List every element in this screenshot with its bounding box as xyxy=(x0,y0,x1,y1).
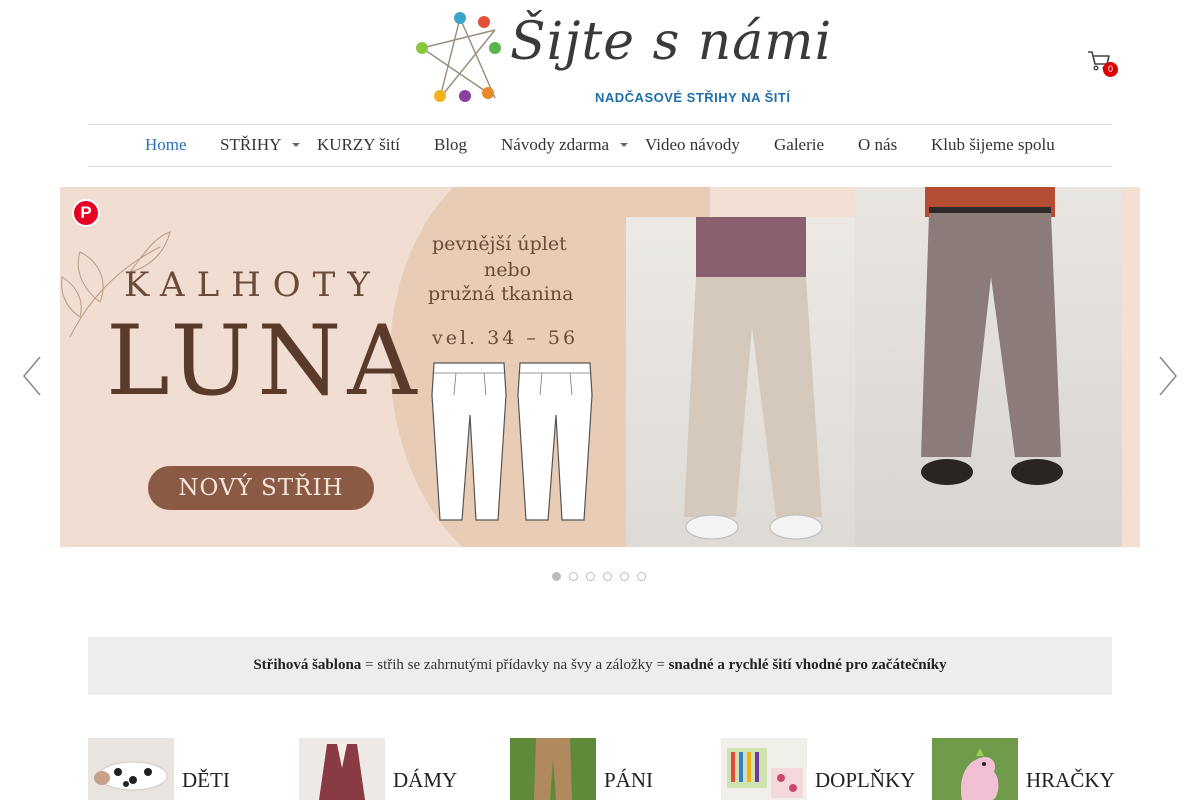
main-navigation: Home STŘIHY KURZY šití Blog Návody zdarm… xyxy=(88,124,1112,167)
slide-sizes: vel. 34 – 56 xyxy=(432,327,579,349)
slide-graphic: KALHOTY LUNA pevnější úplet nebo pružná … xyxy=(60,187,710,547)
nav-item-klub[interactable]: Klub šijeme spolu xyxy=(931,125,1055,166)
category-damy-image xyxy=(299,738,385,800)
slider-dot-5[interactable] xyxy=(620,572,629,581)
chevron-right-icon[interactable] xyxy=(1156,355,1180,397)
pins-logo-icon xyxy=(416,12,501,102)
cart-count-badge: 0 xyxy=(1103,62,1118,77)
category-label: HRAČKY xyxy=(1026,768,1115,792)
nav-item-blog[interactable]: Blog xyxy=(434,125,467,166)
category-label: DÁMY xyxy=(393,768,458,792)
category-doplnky[interactable]: DOPLŇKY xyxy=(721,738,916,800)
slider-dot-4[interactable] xyxy=(603,572,612,581)
category-label: PÁNI xyxy=(604,768,654,792)
slider-dot-1[interactable] xyxy=(552,572,561,581)
trousers-sketch-icon xyxy=(431,362,593,521)
new-pattern-badge: NOVÝ STŘIH xyxy=(148,466,374,510)
cart-button[interactable]: 0 xyxy=(1087,50,1118,78)
category-pani-image xyxy=(510,738,596,800)
nav-item-video-navody[interactable]: Video návody xyxy=(645,125,740,166)
chevron-down-icon[interactable] xyxy=(620,143,628,147)
category-label: DĚTI xyxy=(182,768,230,792)
hero-slider[interactable]: KALHOTY LUNA pevnější úplet nebo pružná … xyxy=(60,187,1140,547)
nav-item-strihy[interactable]: STŘIHY xyxy=(220,125,281,166)
slide-title: LUNA xyxy=(106,305,423,417)
slide-subtitle: KALHOTY xyxy=(124,265,382,305)
info-definition: = střih se zahrnutými přídavky na švy a … xyxy=(361,657,669,673)
site-logo[interactable]: Šijte s námi NADČASOVÉ STŘIHY NA ŠITÍ xyxy=(410,8,831,113)
category-deti-image xyxy=(88,738,174,800)
category-doplnky-image xyxy=(721,738,807,800)
slide-line-2: nebo xyxy=(484,259,532,281)
info-benefit: snadné a rychlé šití vhodné pro začátečn… xyxy=(668,657,947,673)
chevron-left-icon[interactable] xyxy=(20,355,44,397)
pinterest-icon[interactable]: P xyxy=(72,199,100,227)
slider-dot-2[interactable] xyxy=(569,572,578,581)
model-photo-1 xyxy=(626,217,893,547)
model-photo-1-image xyxy=(684,217,823,540)
nav-item-galerie[interactable]: Galerie xyxy=(774,125,824,166)
info-term: Střihová šablona xyxy=(253,657,362,673)
category-hracky-image xyxy=(932,738,1018,800)
category-label: DOPLŇKY xyxy=(815,768,916,792)
logo-title: Šijte s námi xyxy=(510,12,833,72)
nav-item-o-nas[interactable]: O nás xyxy=(858,125,897,166)
category-deti[interactable]: DĚTI xyxy=(88,738,268,800)
info-bar: Střihová šablona = střih se zahrnutými p… xyxy=(88,637,1112,695)
slider-dot-3[interactable] xyxy=(586,572,595,581)
nav-item-home[interactable]: Home xyxy=(145,125,187,166)
nav-item-kurzy[interactable]: KURZY šití xyxy=(317,125,400,166)
slide-line-1: pevnější úplet xyxy=(432,233,567,255)
category-damy[interactable]: DÁMY xyxy=(299,738,479,800)
slide-line-3: pružná tkanina xyxy=(428,283,574,305)
nav-item-navody-zdarma[interactable]: Návody zdarma xyxy=(501,125,609,166)
chevron-down-icon[interactable] xyxy=(292,143,300,147)
category-hracky[interactable]: HRAČKY xyxy=(932,738,1117,800)
model-photo-2 xyxy=(855,187,1122,547)
slider-dot-6[interactable] xyxy=(637,572,646,581)
model-photo-2-image xyxy=(921,187,1063,485)
logo-subtitle: NADČASOVÉ STŘIHY NA ŠITÍ xyxy=(595,90,791,105)
category-pani[interactable]: PÁNI xyxy=(510,738,690,800)
